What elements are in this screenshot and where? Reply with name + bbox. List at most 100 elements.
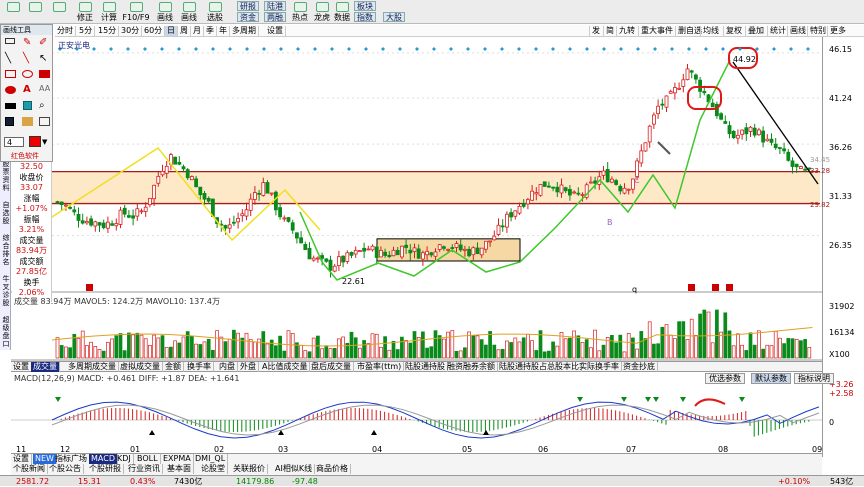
volume-bar (555, 345, 560, 359)
candle-body (471, 247, 476, 256)
side-tab-diagnosis[interactable]: 牛叉诊股 (2, 275, 10, 307)
volume-bar (446, 331, 450, 359)
ntab-industry[interactable]: 行业资讯 (126, 464, 163, 474)
candle-body (530, 190, 534, 201)
ntab-related-quotes[interactable]: 关联报价 (231, 464, 268, 474)
indicator-help-button[interactable]: 指标说明 (794, 373, 834, 384)
volume-bar (379, 346, 383, 359)
volume-bar (496, 349, 501, 359)
filled-ellipse-icon[interactable] (5, 86, 16, 94)
side-tab-profile[interactable]: 股票资料 (2, 160, 10, 192)
side-tab-ranking[interactable]: 综合排名 (2, 234, 10, 266)
volume-bar (143, 338, 148, 359)
filled-rect-icon[interactable] (39, 70, 50, 78)
event-diamond-icon (109, 47, 113, 51)
line-icon[interactable]: ╲ (5, 53, 11, 64)
ntab-forum[interactable]: 论股堂 (199, 464, 228, 474)
ctab-settings[interactable]: 设置 (11, 362, 32, 372)
volume-bar (757, 330, 761, 359)
candle-body (353, 249, 358, 255)
candle-body (240, 213, 245, 217)
ctab-margin[interactable]: 融资融券余额 (445, 362, 498, 372)
ntab-research[interactable]: 个股研报 (87, 464, 124, 474)
candle-body (261, 182, 266, 196)
line-width-select[interactable]: 4 (4, 137, 24, 147)
ctab-virtual-volume[interactable]: 虚拟成交量 (118, 362, 163, 372)
candle-body (580, 194, 585, 196)
text-icon[interactable]: A (23, 84, 31, 95)
side-tab-watchlist[interactable]: 自选股 (2, 201, 10, 225)
ntab-commodity[interactable]: 商品价格 (314, 464, 351, 474)
ctab-hk-holding[interactable]: 陆股通持股 (403, 362, 448, 372)
save-icon[interactable] (5, 117, 14, 126)
ctab-turnover[interactable]: 换手率 (185, 362, 214, 372)
volume-bar (752, 344, 757, 359)
eraser-icon[interactable] (5, 38, 15, 44)
open-folder-icon[interactable] (22, 117, 33, 126)
ctab-real-turnover[interactable]: 实际换手率 (577, 362, 622, 372)
itab-kdj[interactable]: KDJ (115, 454, 134, 464)
text-style-icon[interactable]: AA (39, 84, 50, 93)
zoom-icon[interactable]: ⌕ (39, 100, 45, 111)
volume-bar (517, 341, 522, 359)
image-icon[interactable] (23, 101, 32, 110)
ntab-news[interactable]: 个股新闻 (11, 464, 48, 474)
volume-bar (635, 348, 639, 359)
side-tab-order-book[interactable]: 超级盘口 (2, 316, 10, 348)
candle-body (408, 249, 413, 254)
clear-icon[interactable] (39, 117, 50, 126)
ntab-ai-similar[interactable]: AI相似K线 (273, 464, 316, 474)
event-diamond-icon (466, 47, 470, 51)
volume-bar (685, 339, 690, 359)
black-bar-icon[interactable] (5, 103, 16, 109)
candle-body (761, 130, 765, 143)
candle-body (383, 251, 388, 256)
pen-icon[interactable]: ✎ (23, 37, 31, 48)
itab-boll[interactable]: BOLL (135, 454, 161, 464)
macd-signal-arrow-icon (653, 397, 659, 402)
brush-icon[interactable]: ✐ (39, 37, 47, 48)
volume-bar (526, 333, 530, 359)
itab-dmi-ql[interactable]: DMI_QL (193, 454, 229, 464)
default-params-button[interactable]: 默认参数 (751, 373, 791, 384)
volume-bar (362, 340, 366, 359)
color-dropdown-icon[interactable]: ▼ (42, 138, 47, 146)
volume-bar (505, 340, 509, 359)
itab-indicator-square[interactable]: 指标广场 (53, 454, 90, 464)
candle-body (143, 206, 148, 212)
candle-body (59, 201, 64, 206)
ctab-pe[interactable]: 市盈率(ttm) (355, 362, 405, 372)
itab-expma[interactable]: EXPMA (161, 454, 194, 464)
ctab-volume[interactable]: 成交量 (31, 362, 60, 372)
ntab-announcements[interactable]: 个股公告 (47, 464, 84, 474)
ctab-hk-ratio[interactable]: 陆股通持股占总股本比 (497, 362, 582, 372)
candle-body (362, 247, 367, 252)
ntab-fundamentals[interactable]: 基本面 (165, 464, 194, 474)
ellipse-icon[interactable] (22, 70, 33, 78)
ctab-after-hours[interactable]: 盘后成交量 (309, 362, 354, 372)
axis-macd-3: 0 (829, 418, 835, 427)
ctab-multi-volume[interactable]: 多周期成交量 (66, 362, 119, 372)
ctab-outer[interactable]: 外盘 (238, 362, 259, 372)
volume-bar (269, 339, 274, 359)
optimal-params-button[interactable]: 优选参数 (705, 373, 745, 384)
volume-bar (232, 329, 236, 359)
macd-signal-arrow-icon (621, 397, 627, 402)
candle-body (446, 248, 451, 251)
ray-icon[interactable]: ╲ (23, 53, 29, 64)
itab-macd[interactable]: MACD (89, 454, 118, 464)
ctab-bottom-fishing[interactable]: 资金抄底 (621, 362, 658, 372)
rectangle-icon[interactable] (5, 70, 16, 78)
color-swatch[interactable] (29, 136, 41, 147)
volume-bar (106, 341, 110, 359)
arrow-icon[interactable]: ↖ (39, 53, 47, 64)
itab-settings[interactable]: 设置 (11, 454, 32, 464)
ctab-amount[interactable]: 金额 (163, 362, 184, 372)
volume-bar (694, 335, 698, 359)
ctab-a-ratio[interactable]: A比值成交量 (260, 362, 311, 372)
candle-body (454, 243, 459, 248)
volume-bar (450, 330, 455, 359)
candle-body (391, 249, 396, 257)
candle-body (572, 191, 576, 194)
ctab-inner[interactable]: 内盘 (217, 362, 238, 372)
